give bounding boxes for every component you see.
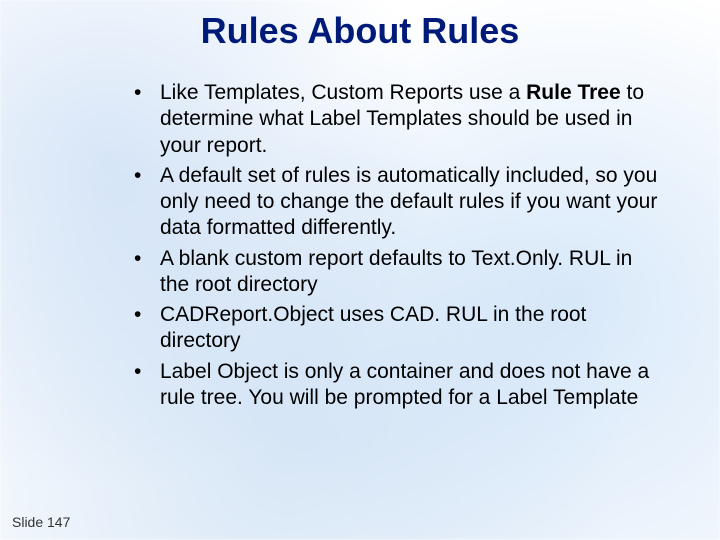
list-item: CADReport.Object uses CAD. RUL in the ro… <box>120 302 660 355</box>
list-item: Label Object is only a container and doe… <box>120 359 660 412</box>
slide: Rules About Rules Like Templates, Custom… <box>0 0 720 540</box>
bullet-text: CADReport.Object uses CAD. RUL in the ro… <box>160 303 586 352</box>
list-item: A default set of rules is automatically … <box>120 163 660 242</box>
slide-number: Slide 147 <box>12 514 70 530</box>
list-item: A blank custom report defaults to Text.O… <box>120 246 660 299</box>
slide-title: Rules About Rules <box>0 10 720 52</box>
list-item: Like Templates, Custom Reports use a Rul… <box>120 80 660 159</box>
bullet-text: Like Templates, Custom Reports use a <box>160 81 526 104</box>
bullet-text: A blank custom report defaults to Text.O… <box>160 247 632 296</box>
slide-body: Like Templates, Custom Reports use a Rul… <box>120 80 660 415</box>
bullet-text: Label Object is only a container and doe… <box>160 360 649 409</box>
bullet-bold-term: Rule Tree <box>526 81 621 104</box>
bullet-list: Like Templates, Custom Reports use a Rul… <box>120 80 660 411</box>
bullet-text: A default set of rules is automatically … <box>160 164 657 240</box>
